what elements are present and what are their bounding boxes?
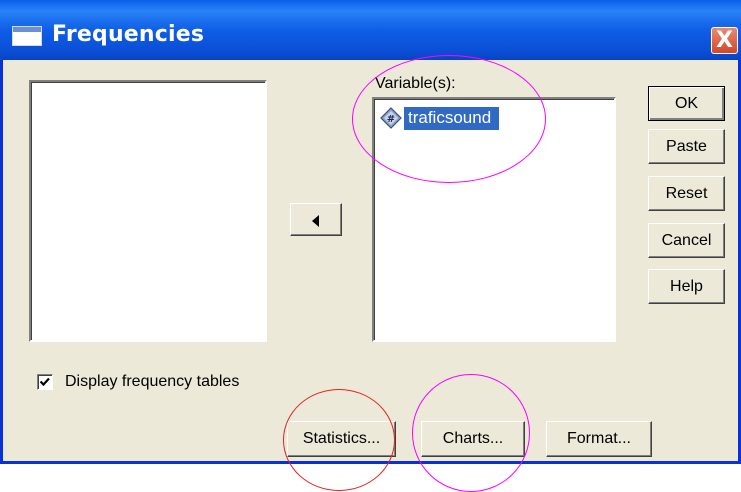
variables-label: Variable(s): (375, 75, 456, 92)
variable-name: traficsound (404, 106, 500, 130)
paste-button[interactable]: Paste (648, 129, 725, 164)
reset-button[interactable]: Reset (648, 176, 725, 211)
frequencies-dialog: Frequencies X Variable(s): # traficsound… (0, 0, 741, 464)
numeric-variable-icon: # (380, 107, 402, 129)
statistics-button[interactable]: Statistics... (287, 421, 396, 457)
help-button[interactable]: Help (648, 269, 725, 304)
checkmark-icon (39, 377, 50, 387)
cancel-button[interactable]: Cancel (648, 223, 725, 258)
list-item[interactable]: # traficsound (380, 106, 500, 130)
window-title: Frequencies (52, 22, 205, 47)
ok-button[interactable]: OK (648, 86, 725, 121)
svg-text:#: # (387, 114, 395, 125)
move-variable-button[interactable] (290, 203, 342, 236)
selected-variables-list[interactable]: # traficsound (372, 97, 616, 342)
display-frequency-tables-checkbox[interactable] (37, 374, 53, 390)
title-bar[interactable]: Frequencies X (0, 0, 741, 60)
arrow-left-icon (312, 215, 319, 227)
window-icon (12, 26, 42, 46)
charts-button[interactable]: Charts... (421, 421, 525, 457)
close-icon: X (716, 28, 733, 53)
display-frequency-tables-label: Display frequency tables (65, 373, 240, 390)
format-button[interactable]: Format... (546, 421, 652, 457)
source-variable-list[interactable] (29, 80, 267, 342)
display-frequency-tables-option[interactable]: Display frequency tables (37, 372, 239, 392)
close-button[interactable]: X (711, 27, 738, 54)
